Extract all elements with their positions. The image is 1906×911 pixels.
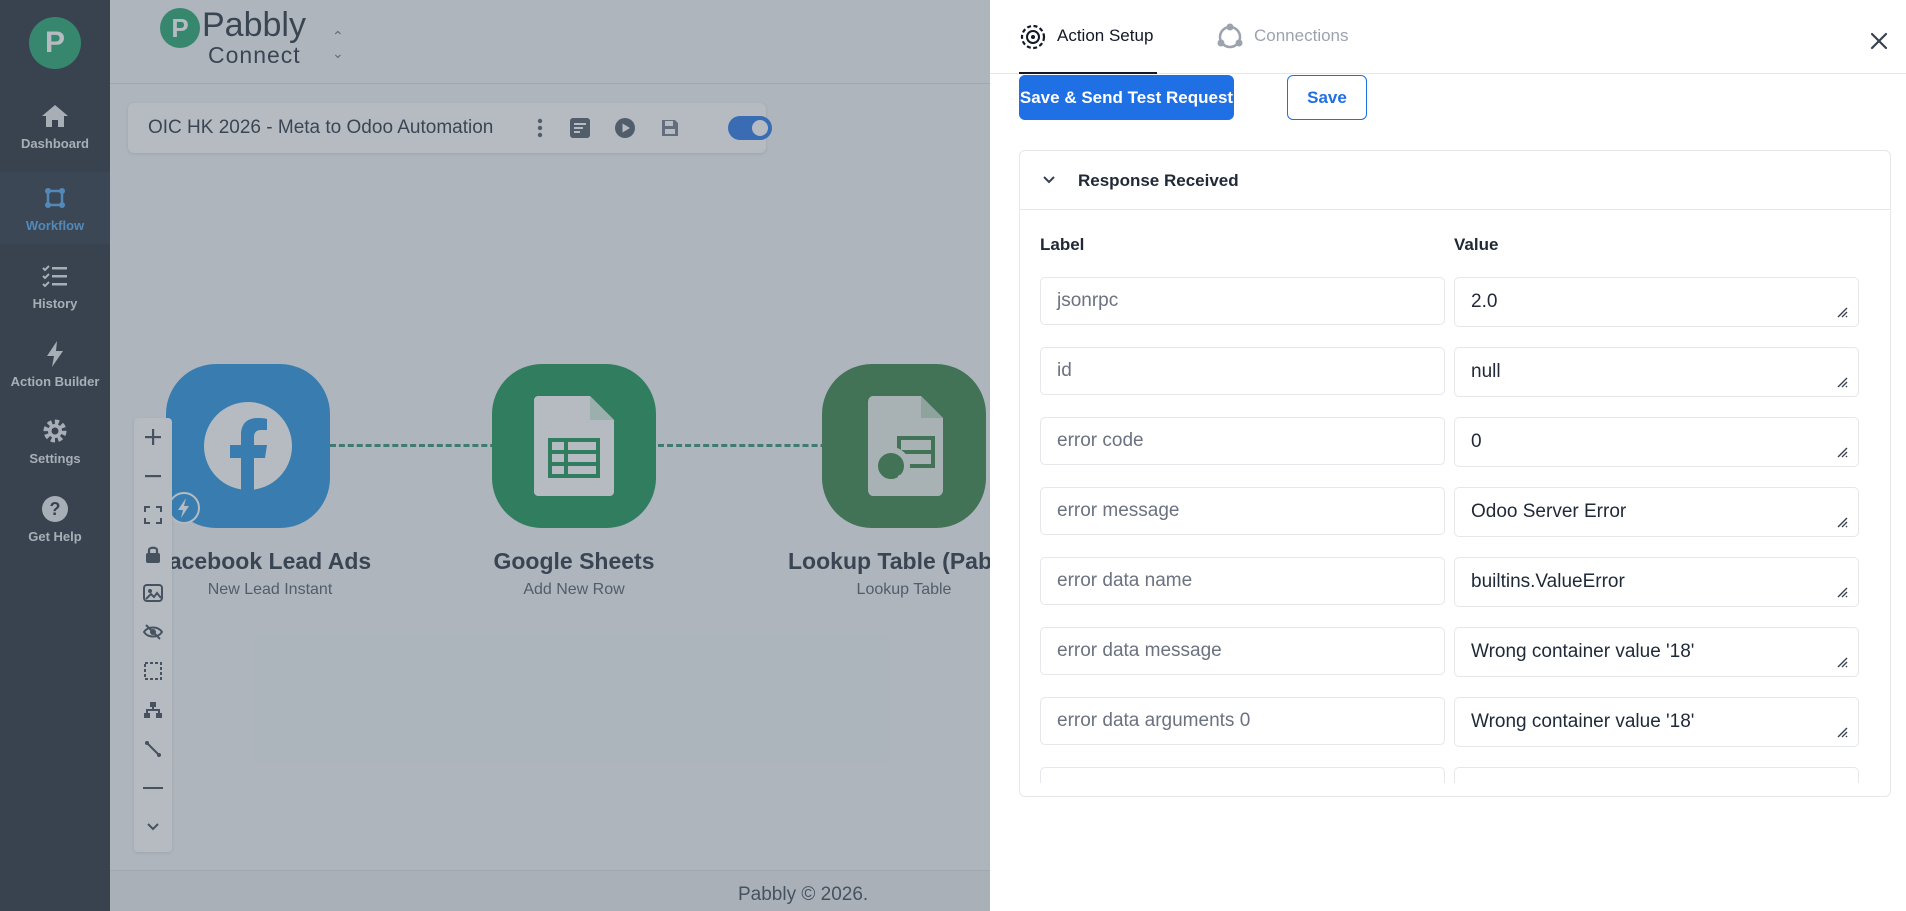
label-field[interactable]: error data arguments 0 [1040, 697, 1445, 745]
drawer-tabs: Action Setup Connections [990, 0, 1906, 74]
value-field[interactable]: 2.0 [1454, 277, 1859, 327]
value-field[interactable]: Wrong container value '18' [1454, 697, 1859, 747]
resize-grip-icon[interactable] [1836, 376, 1848, 388]
value-text: Wrong container value '18' [1471, 641, 1695, 662]
save-button[interactable]: Save [1287, 75, 1367, 120]
modal-overlay[interactable] [0, 0, 990, 911]
label-field[interactable]: error data name [1040, 557, 1445, 605]
response-panel-title: Response Received [1078, 171, 1239, 190]
label-field-partial[interactable] [1040, 767, 1445, 783]
value-text: null [1471, 361, 1501, 382]
tab-action-setup[interactable]: Action Setup [1019, 23, 1157, 74]
value-field[interactable]: Odoo Server Error [1454, 487, 1859, 537]
action-setup-drawer: Action Setup Connections Save & Send Tes… [990, 0, 1906, 911]
label-field[interactable]: jsonrpc [1040, 277, 1445, 325]
value-text: Wrong container value '18' [1471, 711, 1695, 732]
connections-icon [1216, 23, 1244, 51]
column-header-value: Value [1454, 235, 1499, 254]
response-panel-header[interactable]: Response Received [1020, 151, 1890, 210]
value-field-partial[interactable] [1454, 767, 1859, 783]
label-field[interactable]: id [1040, 347, 1445, 395]
value-text: 0 [1471, 431, 1482, 452]
resize-grip-icon[interactable] [1836, 586, 1848, 598]
value-text: Odoo Server Error [1471, 501, 1627, 522]
resize-grip-icon[interactable] [1836, 516, 1848, 528]
value-text: 2.0 [1471, 291, 1498, 312]
tab-label: Connections [1254, 26, 1349, 45]
close-drawer-button[interactable] [1866, 28, 1892, 54]
tab-connections[interactable]: Connections [1216, 23, 1366, 74]
resize-grip-icon[interactable] [1836, 306, 1848, 318]
chevron-down-icon[interactable] [1038, 169, 1060, 191]
resize-grip-icon[interactable] [1836, 446, 1848, 458]
save-send-test-request-button[interactable]: Save & Send Test Request [1019, 75, 1234, 120]
label-field[interactable]: error code [1040, 417, 1445, 465]
response-received-panel: Response Received Label Value jsonrpc 2.… [1019, 150, 1891, 797]
label-field[interactable]: error data message [1040, 627, 1445, 675]
close-icon [1870, 32, 1888, 50]
resize-grip-icon[interactable] [1836, 656, 1848, 668]
label-field[interactable]: error message [1040, 487, 1445, 535]
resize-grip-icon[interactable] [1836, 726, 1848, 738]
column-header-label: Label [1040, 235, 1085, 254]
value-field[interactable]: builtins.ValueError [1454, 557, 1859, 607]
gear-icon [1019, 23, 1047, 51]
tab-label: Action Setup [1057, 26, 1154, 45]
value-text: builtins.ValueError [1471, 571, 1625, 592]
value-field[interactable]: null [1454, 347, 1859, 397]
value-field[interactable]: 0 [1454, 417, 1859, 467]
value-field[interactable]: Wrong container value '18' [1454, 627, 1859, 677]
